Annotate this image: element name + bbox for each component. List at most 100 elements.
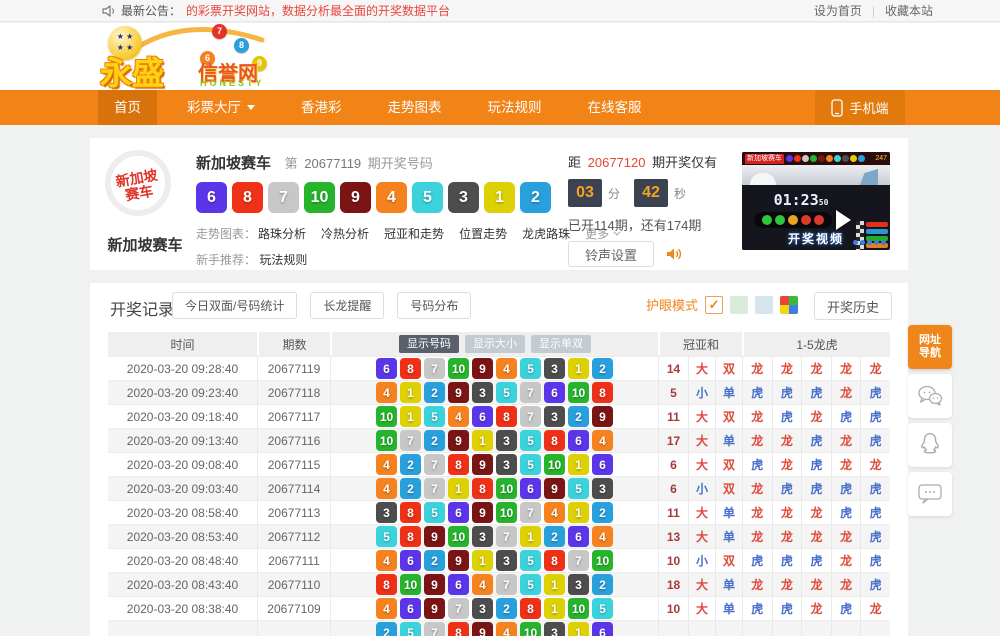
lottery-ball: 1 — [448, 478, 469, 499]
cell-balls: 46291358710 — [330, 549, 658, 572]
logo-main-text: 永盛 — [100, 48, 164, 94]
cell-dragon-tiger: 虎 — [742, 453, 772, 476]
favorite-link[interactable]: 收藏本站 — [885, 2, 933, 19]
cell-dragon-tiger: 龙 — [772, 525, 802, 548]
site-logo[interactable]: ★ ★★ ★ 7 8 6 9 永盛 信誉网 HONESTY — [100, 24, 285, 88]
records-filter-button[interactable]: 今日双面/号码统计 — [172, 292, 297, 319]
records-filter-button[interactable]: 号码分布 — [397, 292, 471, 319]
display-tab[interactable]: 显示单双 — [531, 335, 591, 353]
table-row: 2020-03-20 09:18:40206771171015468732911… — [108, 404, 890, 428]
cell-issue: 20677111 — [257, 549, 330, 572]
cell-dragon-tiger — [860, 621, 890, 636]
newbie-label: 新手推荐： — [196, 253, 256, 267]
cell-dragon-tiger: 龙 — [860, 453, 890, 476]
traffic-light — [762, 215, 772, 225]
video-ball-dot — [818, 155, 825, 162]
lottery-ball: 6 — [568, 430, 589, 451]
cell-balls: 81096475132 — [330, 573, 658, 596]
table-row: 25789410316 — [108, 620, 890, 636]
cell-size: 小 — [688, 381, 715, 404]
lottery-ball: 6 — [568, 526, 589, 547]
table-row: 2020-03-20 09:13:40206771161072913586417… — [108, 428, 890, 452]
lottery-ball: 7 — [520, 382, 541, 403]
cell-issue: 20677117 — [257, 405, 330, 428]
lottery-ball: 8 — [520, 598, 541, 619]
cell-parity: 单 — [715, 429, 742, 452]
nav-item[interactable]: 玩法规则 — [472, 90, 558, 125]
cell-dragon-tiger: 龙 — [801, 405, 831, 428]
records-panel: 开奖记录 今日双面/号码统计长龙提醒号码分布 护眼模式 ✓ 开奖历史 时间 期数… — [90, 283, 908, 636]
nav-item[interactable]: 香港彩 — [285, 90, 358, 125]
draw-video-player[interactable]: 新加坡赛车 247 01:2350 开奖视频 — [742, 152, 890, 250]
game-badge: 新加坡赛车 — [105, 150, 171, 216]
lottery-ball: 1 — [544, 574, 565, 595]
cell-time: 2020-03-20 09:18:40 — [108, 405, 257, 428]
cell-size: 大 — [688, 525, 715, 548]
lottery-ball: 7 — [568, 550, 589, 571]
nav-item[interactable]: 在线客服 — [572, 90, 658, 125]
history-button[interactable]: 开奖历史 — [814, 292, 892, 320]
lottery-ball: 2 — [592, 574, 613, 595]
trend-link[interactable]: 路珠分析 — [258, 225, 306, 242]
set-home-link[interactable]: 设为首页 — [814, 2, 862, 19]
logo-english-text: HONESTY — [200, 78, 265, 88]
display-tab[interactable]: 显示号码 — [399, 335, 459, 353]
newbie-row: 新手推荐： 玩法规则 — [196, 251, 618, 268]
trend-label: 走势图表： — [196, 225, 256, 242]
cell-issue: 20677118 — [257, 381, 330, 404]
cell-issue: 20677109 — [257, 597, 330, 620]
trend-link[interactable]: 冠亚和走势 — [384, 225, 444, 242]
cell-dragon-tiger: 虎 — [801, 381, 831, 404]
eye-mode-swatch[interactable] — [755, 296, 773, 314]
site-nav-shortcut[interactable]: 网址导航 — [908, 325, 952, 369]
lottery-ball: 8 — [400, 502, 421, 523]
records-filter-buttons: 今日双面/号码统计长龙提醒号码分布 — [172, 292, 471, 319]
cell-dragon-tiger: 虎 — [772, 597, 802, 620]
table-row: 2020-03-20 08:48:40206771114629135871010… — [108, 548, 890, 572]
minutes-label: 分 — [608, 185, 620, 202]
qq-icon — [917, 431, 943, 459]
qq-contact[interactable] — [908, 423, 952, 467]
trend-link[interactable]: 龙虎路珠 — [522, 225, 570, 242]
video-remaining-count: 247 — [875, 155, 887, 162]
cell-dragon-tiger: 虎 — [860, 405, 890, 428]
rules-link[interactable]: 玩法规则 — [259, 253, 307, 267]
message-contact[interactable] — [908, 472, 952, 516]
sound-on-icon[interactable] — [666, 247, 682, 261]
cell-balls: 38569107412 — [330, 501, 658, 524]
eye-mode-swatch[interactable] — [730, 296, 748, 314]
display-tab[interactable]: 显示大小 — [465, 335, 525, 353]
cell-dragon-tiger: 龙 — [742, 429, 772, 452]
lottery-ball: 1 — [568, 502, 589, 523]
video-ball-dot — [826, 155, 833, 162]
play-icon[interactable] — [836, 210, 851, 230]
nav-item-label: 香港彩 — [301, 90, 342, 125]
nav-item[interactable]: 走势图表 — [372, 90, 458, 125]
wechat-contact[interactable] — [908, 374, 952, 418]
lottery-ball: 9 — [340, 182, 371, 213]
trend-links-row: 走势图表： 路珠分析冷热分析冠亚和走势位置走势龙虎路珠 更多 — [196, 225, 618, 242]
nav-item[interactable]: 彩票大厅 — [171, 90, 271, 125]
cell-sum: 13 — [658, 525, 688, 548]
cell-sum: 17 — [658, 429, 688, 452]
announcement-text: 的彩票开奖网站，数据分析最全面的开奖数据平台 — [186, 2, 450, 19]
cell-dragon-tiger: 龙 — [772, 501, 802, 524]
video-scene-track: 01:2350 开奖视频 — [742, 185, 890, 250]
cell-dragon-tiger: 龙 — [801, 573, 831, 596]
cell-parity — [715, 621, 742, 636]
nav-item[interactable]: 首页 — [98, 90, 157, 125]
eye-mode-multicolor[interactable] — [780, 296, 798, 314]
trend-link[interactable]: 冷热分析 — [321, 225, 369, 242]
records-filter-button[interactable]: 长龙提醒 — [310, 292, 384, 319]
ring-settings-button[interactable]: 铃声设置 — [568, 241, 654, 267]
eye-mode-checkbox[interactable]: ✓ — [705, 296, 723, 314]
trend-link[interactable]: 位置走势 — [459, 225, 507, 242]
cell-dragon-tiger: 龙 — [831, 573, 861, 596]
lottery-ball: 3 — [496, 430, 517, 451]
lottery-ball: 1 — [472, 550, 493, 571]
countdown-seconds: 42 — [634, 179, 668, 207]
lottery-ball: 3 — [568, 574, 589, 595]
footer-dot — [867, 240, 872, 245]
mobile-entry[interactable]: 手机端 — [815, 90, 905, 125]
table-row: 2020-03-20 08:38:40206771094697328110510… — [108, 596, 890, 620]
